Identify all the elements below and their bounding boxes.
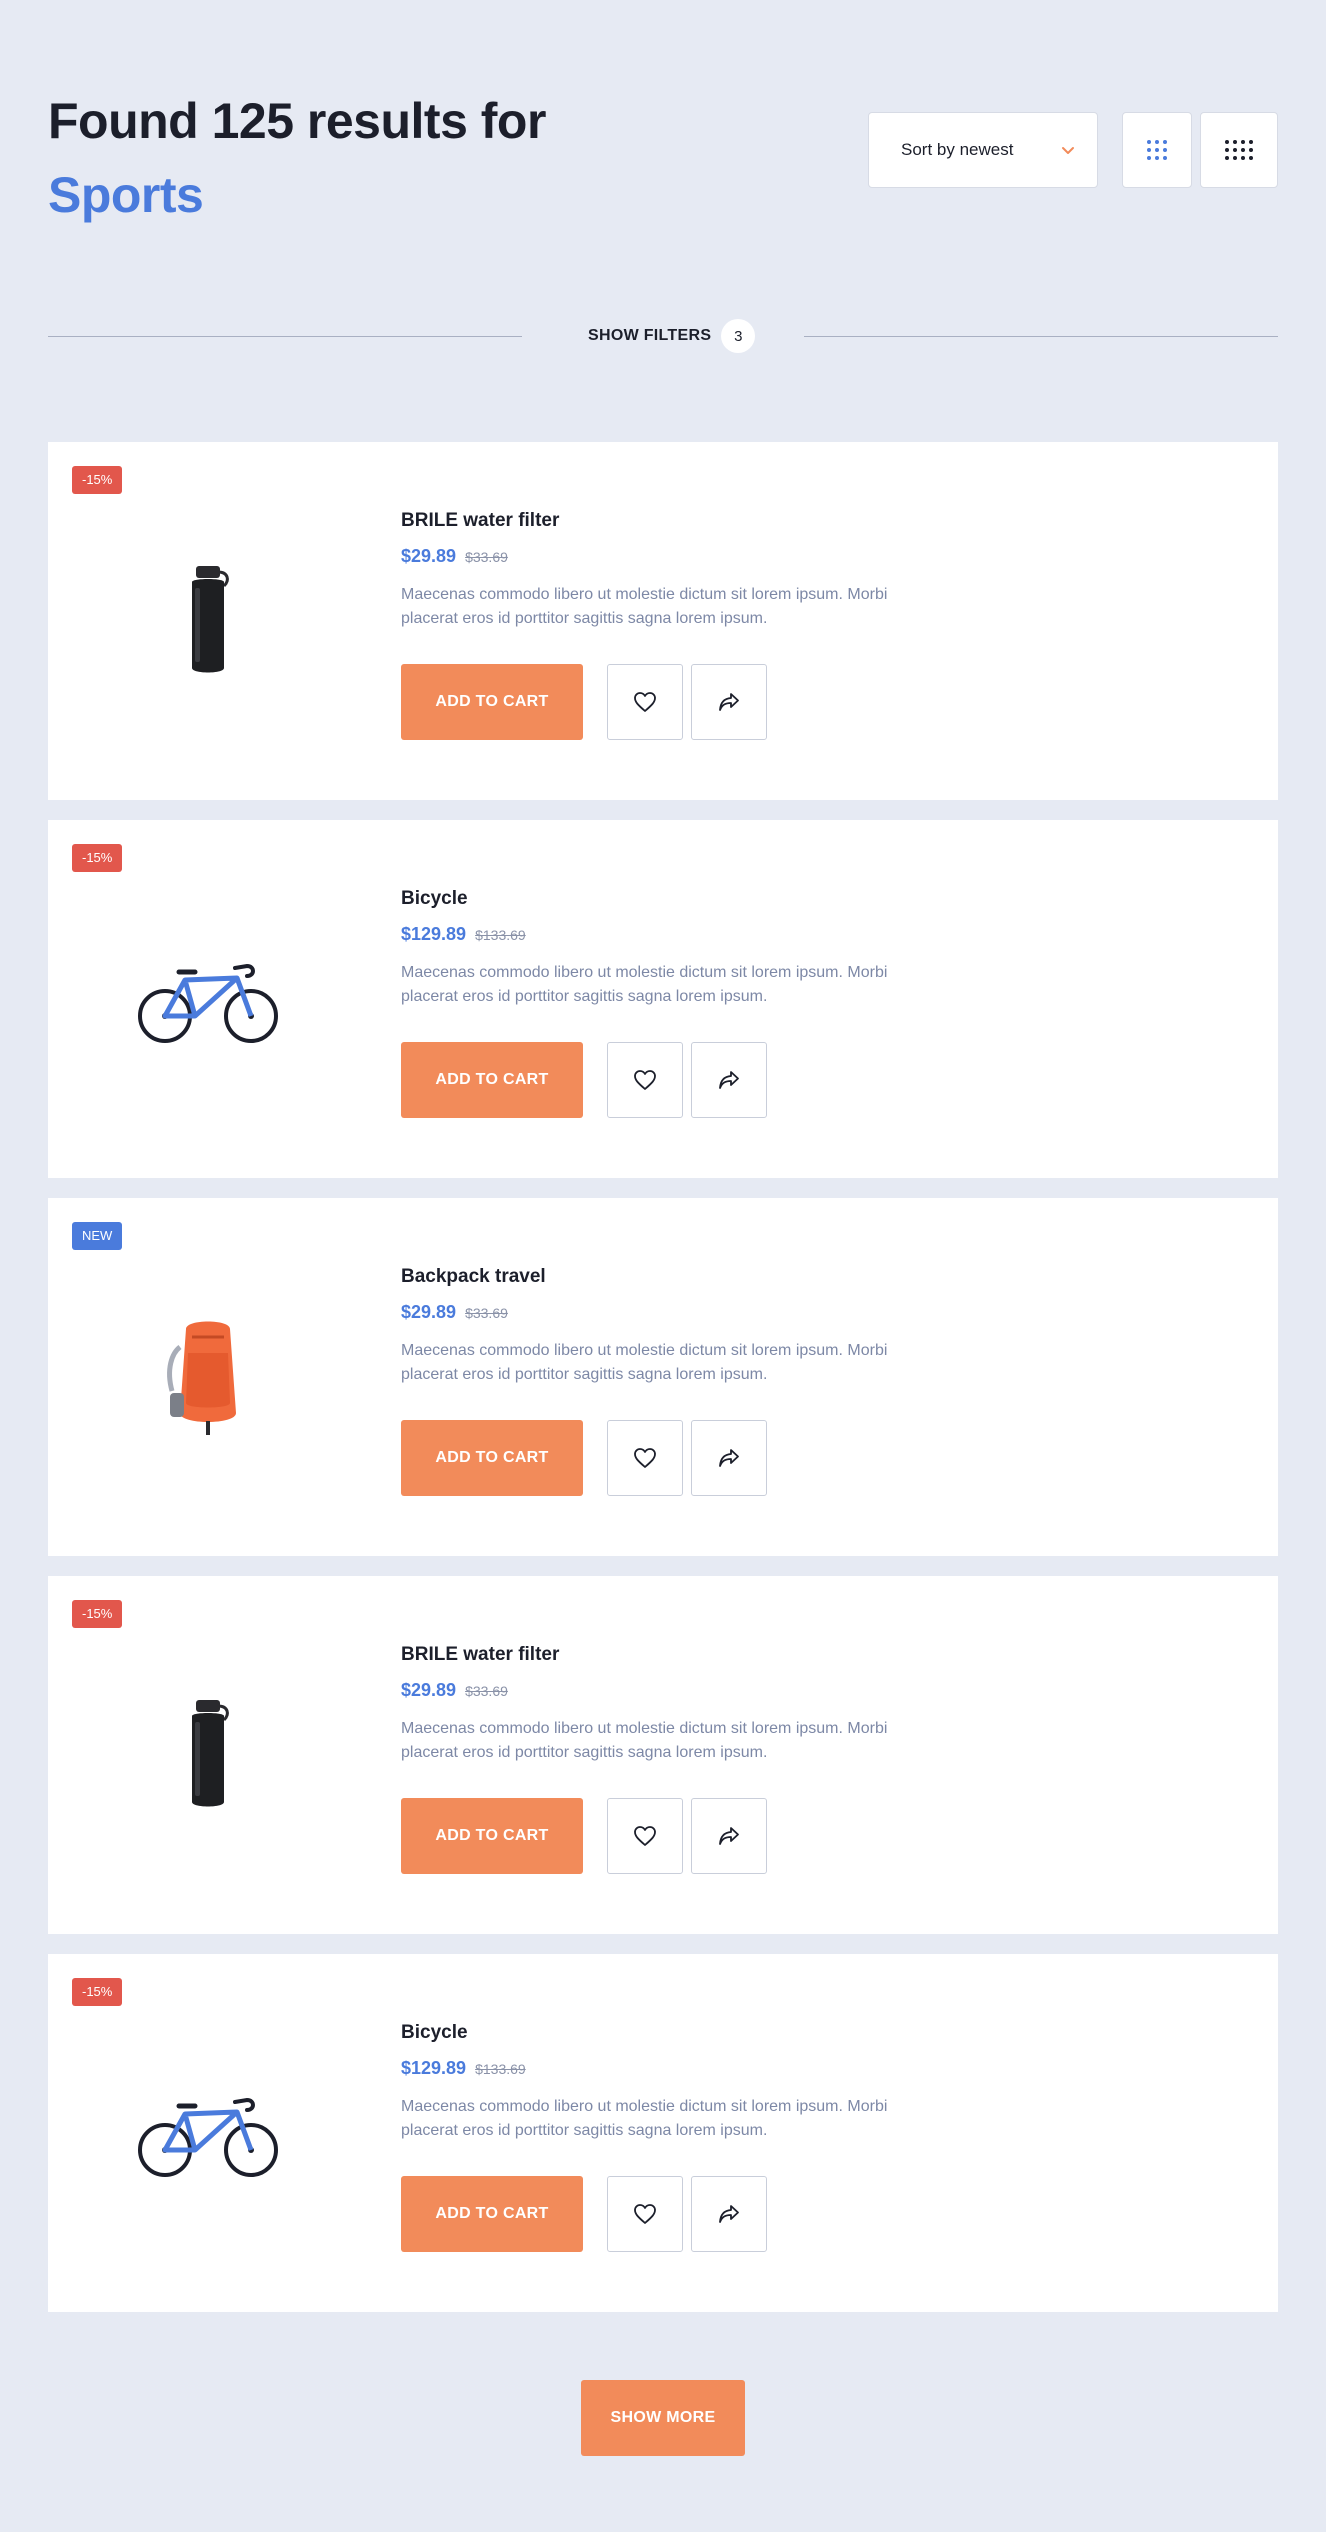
product-description: Maecenas commodo libero ut molestie dict… (401, 1342, 888, 1383)
share-icon (719, 1071, 739, 1089)
grid-view-small-button[interactable] (1122, 112, 1192, 188)
heart-icon (634, 692, 656, 712)
current-price: $29.89 (401, 1680, 457, 1700)
product-name[interactable]: Bicycle (401, 886, 941, 912)
heart-icon (634, 1070, 656, 1090)
product-card: -15% Bicycle $129.89 $133.69 Maecenas co… (48, 1954, 1278, 2312)
original-price: $133.69 (475, 927, 526, 943)
product-image[interactable] (108, 522, 308, 722)
show-filters-label: SHOW FILTERS (588, 327, 712, 344)
product-image[interactable] (108, 2034, 308, 2234)
heart-icon (634, 1448, 656, 1468)
filters-bar: SHOW FILTERS 3 (48, 318, 1278, 354)
product-actions: ADD TO CART (401, 1042, 767, 1118)
product-description: Maecenas commodo libero ut molestie dict… (401, 964, 888, 1005)
share-icon (719, 1827, 739, 1845)
grid-view-large-button[interactable] (1200, 112, 1278, 188)
chevron-down-icon (1062, 147, 1074, 154)
original-price: $33.69 (465, 549, 508, 565)
product-info: Bicycle $129.89 $133.69 Maecenas commodo… (401, 2020, 941, 2143)
new-badge: NEW (72, 1222, 123, 1250)
add-to-cart-button[interactable]: ADD TO CART (401, 1798, 583, 1874)
product-actions: ADD TO CART (401, 1798, 767, 1874)
discount-badge: -15% (72, 844, 123, 872)
product-image[interactable] (108, 1656, 308, 1856)
product-name[interactable]: Backpack travel (401, 1264, 941, 1290)
share-button[interactable] (691, 1798, 767, 1874)
product-image[interactable] (108, 1278, 308, 1478)
add-to-cart-button[interactable]: ADD TO CART (401, 1420, 583, 1496)
product-info: Backpack travel $29.89 $33.69 Maecenas c… (401, 1264, 941, 1387)
discount-badge: -15% (72, 1978, 123, 2006)
share-icon (719, 2205, 739, 2223)
product-price: $29.89 $33.69 (401, 1678, 941, 1703)
product-name[interactable]: BRILE water filter (401, 1642, 941, 1668)
heart-icon (634, 2204, 656, 2224)
product-price: $129.89 $133.69 (401, 922, 941, 947)
divider (804, 336, 1278, 337)
wishlist-button[interactable] (607, 2176, 683, 2252)
share-button[interactable] (691, 1042, 767, 1118)
product-info: BRILE water filter $29.89 $33.69 Maecena… (401, 1642, 941, 1765)
original-price: $33.69 (465, 1305, 508, 1321)
wishlist-button[interactable] (607, 1798, 683, 1874)
results-header: Found 125 results for Sports Sort by new… (48, 84, 1278, 224)
grid-3x3-icon (1147, 140, 1167, 160)
current-price: $129.89 (401, 2058, 467, 2078)
add-to-cart-button[interactable]: ADD TO CART (401, 1042, 583, 1118)
discount-badge: -15% (72, 1600, 123, 1628)
discount-badge: -15% (72, 466, 123, 494)
product-price: $29.89 $33.69 (401, 544, 941, 569)
wishlist-button[interactable] (607, 664, 683, 740)
product-name[interactable]: BRILE water filter (401, 508, 941, 534)
share-icon (719, 693, 739, 711)
share-button[interactable] (691, 664, 767, 740)
filter-count-badge: 3 (721, 319, 756, 353)
show-more-button[interactable]: SHOW MORE (581, 2380, 745, 2456)
product-info: BRILE water filter $29.89 $33.69 Maecena… (401, 508, 941, 631)
divider (48, 336, 522, 337)
heart-icon (634, 1826, 656, 1846)
add-to-cart-button[interactable]: ADD TO CART (401, 2176, 583, 2252)
share-button[interactable] (691, 2176, 767, 2252)
add-to-cart-button[interactable]: ADD TO CART (401, 664, 583, 740)
product-description: Maecenas commodo libero ut molestie dict… (401, 586, 888, 627)
original-price: $133.69 (475, 2061, 526, 2077)
share-button[interactable] (691, 1420, 767, 1496)
product-actions: ADD TO CART (401, 1420, 767, 1496)
water-bottle-image (192, 566, 229, 673)
current-price: $129.89 (401, 924, 467, 944)
bicycle-image (138, 2097, 278, 2177)
backpack-image (167, 1321, 236, 1435)
product-card: NEW Backpack travel $29.89 $33.69 Maecen… (48, 1198, 1278, 1556)
sort-dropdown[interactable]: Sort by newest (868, 112, 1098, 188)
wishlist-button[interactable] (607, 1420, 683, 1496)
show-filters-button[interactable]: SHOW FILTERS 3 (588, 318, 756, 354)
wishlist-button[interactable] (607, 1042, 683, 1118)
product-card: -15% Bicycle $129.89 $133.69 Maecenas co… (48, 820, 1278, 1178)
water-bottle-image (192, 1700, 229, 1807)
product-actions: ADD TO CART (401, 664, 767, 740)
share-icon (719, 1449, 739, 1467)
product-actions: ADD TO CART (401, 2176, 767, 2252)
product-description: Maecenas commodo libero ut molestie dict… (401, 2098, 888, 2139)
grid-4x3-icon (1225, 140, 1253, 160)
product-price: $129.89 $133.69 (401, 2056, 941, 2081)
original-price: $33.69 (465, 1683, 508, 1699)
current-price: $29.89 (401, 546, 457, 566)
bicycle-image (138, 963, 278, 1043)
product-price: $29.89 $33.69 (401, 1300, 941, 1325)
sort-label: Sort by newest (901, 140, 1014, 159)
product-description: Maecenas commodo libero ut molestie dict… (401, 1720, 888, 1761)
current-price: $29.89 (401, 1302, 457, 1322)
product-image[interactable] (108, 900, 308, 1100)
product-card: -15% BRILE water filter $29.89 $33.69 Ma… (48, 1576, 1278, 1934)
product-name[interactable]: Bicycle (401, 2020, 941, 2046)
product-info: Bicycle $129.89 $133.69 Maecenas commodo… (401, 886, 941, 1009)
list-controls: Sort by newest (868, 112, 1278, 188)
product-card: -15% BRILE water filter $29.89 $33.69 Ma… (48, 442, 1278, 800)
